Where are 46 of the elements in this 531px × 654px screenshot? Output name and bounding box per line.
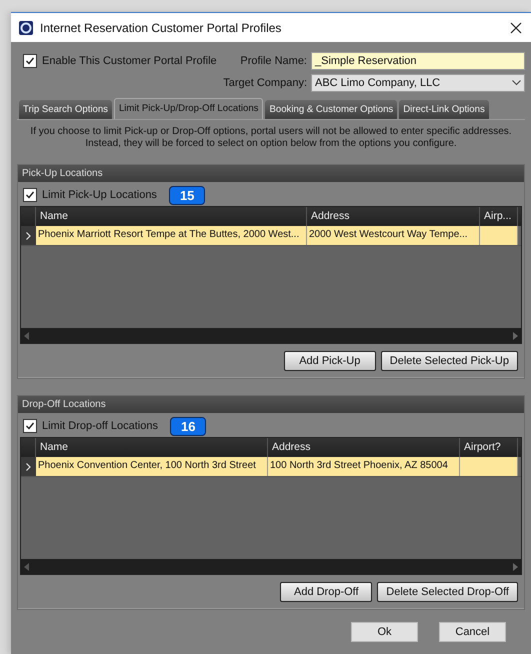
table-cell: Phoenix Marriott Resort Tempe at The Buttes, 2000 West... bbox=[36, 226, 307, 245]
scroll-left-icon[interactable] bbox=[24, 562, 29, 570]
checkbox[interactable] bbox=[23, 54, 37, 68]
scroll-right-icon[interactable] bbox=[513, 562, 518, 570]
checkmark-icon bbox=[25, 421, 35, 431]
tab[interactable]: Booking & Customer Options bbox=[265, 100, 398, 119]
table-row[interactable]: Phoenix Marriott Resort Tempe at The Buttes, 2000 West... 2000 West Westcourt Way Tempe... bbox=[21, 226, 521, 246]
chevron-right-icon bbox=[26, 462, 31, 470]
ok-button[interactable]: Ok bbox=[351, 622, 418, 642]
table-cell: 100 North 3rd Street Phoenix, AZ 85004 bbox=[268, 457, 460, 476]
info-text: If you choose to limit Pick-up or Drop-Off options, portal users will not be allowed to enter specific addresses. bbox=[30, 126, 512, 138]
table-cell: Phoenix Convention Center, 100 North 3rd Street bbox=[36, 457, 268, 476]
field-label: Profile Name: bbox=[240, 55, 308, 67]
tab[interactable]: Trip Search Options bbox=[19, 100, 112, 119]
scroll-right-icon[interactable] bbox=[513, 332, 518, 340]
chevron-right-icon bbox=[26, 232, 31, 240]
table-row[interactable]: Phoenix Convention Center, 100 North 3rd Street 100 North 3rd Street Phoenix, AZ 85004 bbox=[21, 457, 521, 477]
checkmark-icon bbox=[25, 56, 35, 66]
checkbox[interactable] bbox=[23, 419, 37, 433]
callout-badge: 15 bbox=[168, 186, 206, 204]
cancel-button[interactable]: Cancel bbox=[439, 622, 506, 642]
callout-badge: 16 bbox=[170, 416, 206, 436]
target-company-dropdown[interactable]: ABC Limo Company, LLC bbox=[311, 74, 525, 92]
tab[interactable]: Limit Pick-Up/Drop-Off Locations bbox=[114, 98, 264, 119]
delete-button[interactable]: Delete Selected Pick-Up bbox=[380, 351, 518, 371]
table-cell: 2000 West Westcourt Way Tempe... bbox=[307, 226, 480, 245]
window-title: Internet Reservation Customer Portal Profiles bbox=[40, 20, 282, 34]
section-header: Drop-Off Locations bbox=[18, 396, 524, 413]
chevron-down-icon bbox=[512, 80, 521, 86]
checkbox-label: Limit Drop-off Locations bbox=[42, 420, 158, 432]
horizontal-scrollbar[interactable] bbox=[21, 328, 521, 343]
field-label: Target Company: bbox=[223, 77, 308, 89]
section-header: Pick-Up Locations bbox=[18, 165, 524, 182]
delete-button[interactable]: Delete Selected Drop-Off bbox=[377, 582, 518, 602]
app-logo-icon bbox=[19, 20, 33, 34]
tab[interactable]: Direct-Link Options bbox=[399, 100, 489, 119]
checkbox-label: Limit Pick-Up Locations bbox=[42, 189, 157, 201]
checkmark-icon bbox=[25, 190, 35, 200]
scroll-left-icon[interactable] bbox=[24, 332, 29, 340]
profile-name-field[interactable]: _Simple Reservation bbox=[311, 52, 525, 70]
add-button[interactable]: Add Pick-Up bbox=[284, 351, 376, 371]
checkbox[interactable] bbox=[23, 188, 37, 202]
horizontal-scrollbar[interactable] bbox=[21, 559, 521, 574]
add-button[interactable]: Add Drop-Off bbox=[280, 582, 372, 602]
info-text: Instead, they will be forced to select on option below from the options you configure. bbox=[85, 138, 457, 150]
checkbox-label: Enable This Customer Portal Profile bbox=[42, 55, 217, 67]
